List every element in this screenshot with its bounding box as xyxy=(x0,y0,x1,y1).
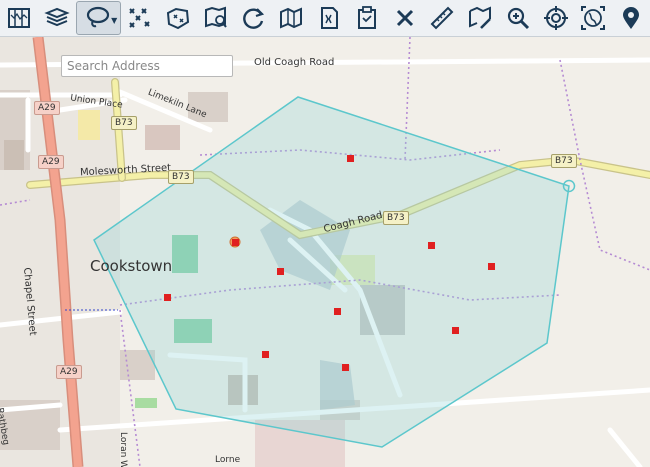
map-marker[interactable] xyxy=(334,308,341,315)
tool-folded-map[interactable] xyxy=(272,1,310,35)
tool-location-pin[interactable] xyxy=(612,1,650,35)
tool-clipboard[interactable] xyxy=(348,1,386,35)
globe-extent-icon xyxy=(581,6,606,30)
location-pin-icon xyxy=(623,7,640,29)
tool-bookmark-document[interactable] xyxy=(310,1,348,35)
folded-map-icon xyxy=(280,7,303,29)
map-marker[interactable] xyxy=(347,155,354,162)
map-marker[interactable] xyxy=(488,263,495,270)
tool-zoom-in[interactable] xyxy=(499,1,537,35)
tool-scatter-points[interactable] xyxy=(121,1,159,35)
zoom-in-icon xyxy=(507,7,529,30)
bookmark-document-icon xyxy=(320,7,338,29)
map-canvas[interactable]: Old Coagh Road Union Place Limekiln Lane… xyxy=(0,37,650,467)
road-shield-a29: A29 xyxy=(38,155,64,169)
clear-cross-icon xyxy=(396,9,413,27)
tool-refresh[interactable] xyxy=(235,1,273,35)
lasso-select-icon xyxy=(87,6,110,28)
crosshair-target-icon xyxy=(543,6,568,30)
polygon-draw-icon xyxy=(166,7,189,30)
map-edit-icon xyxy=(469,6,492,29)
clipboard-icon xyxy=(357,6,376,29)
street-label-lorne: Lorne xyxy=(215,455,241,465)
ruler-icon xyxy=(430,6,454,30)
map-marker[interactable] xyxy=(262,351,269,358)
map-marker[interactable] xyxy=(164,294,171,301)
chevron-down-icon: ▼ xyxy=(111,16,118,25)
map-marker[interactable] xyxy=(428,242,435,249)
road-shield-b73: B73 xyxy=(168,170,194,184)
map-marker[interactable] xyxy=(342,364,349,371)
road-shield-b73: B73 xyxy=(551,154,577,168)
tool-polygon-draw[interactable] xyxy=(159,1,197,35)
tool-layers[interactable] xyxy=(38,1,76,35)
road-shield-b73: B73 xyxy=(383,211,409,225)
tool-map-zoom[interactable] xyxy=(197,1,235,35)
tool-measure[interactable] xyxy=(423,1,461,35)
search-address-input[interactable] xyxy=(61,55,233,77)
street-label-loran-way: Loran W xyxy=(118,432,128,467)
road-shield-a29: A29 xyxy=(34,101,60,115)
tool-map-book[interactable] xyxy=(0,1,38,35)
street-label-old-coagh-road: Old Coagh Road xyxy=(254,57,335,68)
tool-lasso-select[interactable]: ▼ xyxy=(75,1,122,35)
place-label-cookstown: Cookstown xyxy=(90,257,173,275)
map-toolbar: ▼ xyxy=(0,0,650,37)
scatter-points-icon xyxy=(129,8,150,28)
refresh-map-icon xyxy=(243,8,265,29)
map-book-icon xyxy=(7,8,30,28)
tool-clear[interactable] xyxy=(386,1,424,35)
map-zoom-icon xyxy=(204,6,227,28)
tool-globe-extent[interactable] xyxy=(574,1,612,35)
tool-map-edit[interactable] xyxy=(461,1,499,35)
road-shield-a29: A29 xyxy=(56,365,82,379)
map-marker[interactable] xyxy=(232,239,239,246)
road-shield-b73: B73 xyxy=(111,116,137,130)
map-marker[interactable] xyxy=(452,327,459,334)
layers-icon xyxy=(43,7,70,27)
map-marker[interactable] xyxy=(277,268,284,275)
tool-crosshair[interactable] xyxy=(537,1,575,35)
